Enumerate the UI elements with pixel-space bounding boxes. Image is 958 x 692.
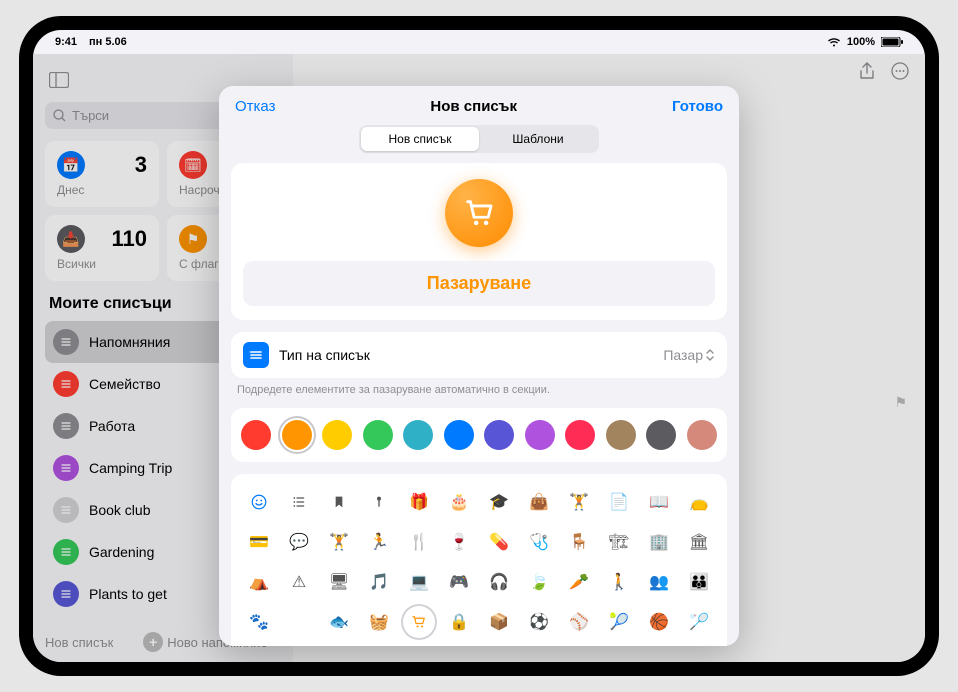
gift-icon[interactable]: 🎁: [403, 486, 435, 518]
color-swatch[interactable]: [646, 420, 676, 450]
modal-header: Отказ Нов списък Готово: [219, 86, 739, 121]
basket-icon[interactable]: 🧺: [363, 606, 395, 638]
status-time: 9:41: [55, 36, 77, 48]
music-icon[interactable]: 🎵: [363, 566, 395, 598]
list-name-input[interactable]: Пазаруване: [243, 261, 715, 306]
list-type-label: Тип на списък: [279, 347, 370, 363]
build-icon[interactable]: 🏗: [603, 526, 635, 558]
baseball-icon[interactable]: ⚾: [563, 606, 595, 638]
cube-icon[interactable]: 📦: [483, 606, 515, 638]
leaf-icon[interactable]: 🍃: [523, 566, 555, 598]
color-swatch[interactable]: [241, 420, 271, 450]
office-icon[interactable]: 🏢: [643, 526, 675, 558]
color-picker-card: [231, 408, 727, 462]
color-swatch[interactable]: [525, 420, 555, 450]
cancel-button[interactable]: Отказ: [235, 98, 275, 115]
basketball-icon[interactable]: 🏀: [643, 606, 675, 638]
tent-icon[interactable]: ⛺: [243, 566, 275, 598]
fork-icon[interactable]: 🍴: [403, 526, 435, 558]
lock-icon[interactable]: 🔒: [443, 606, 475, 638]
color-swatch[interactable]: [282, 420, 312, 450]
color-swatch[interactable]: [484, 420, 514, 450]
racket-icon[interactable]: 🏸: [683, 606, 715, 638]
list-type-hint: Подредете елементите за пазаруване автом…: [237, 384, 721, 396]
list-icon[interactable]: [283, 486, 315, 518]
color-swatch[interactable]: [322, 420, 352, 450]
list-type-icon: [243, 342, 269, 368]
people-icon[interactable]: 👥: [643, 566, 675, 598]
battery-text: 100%: [847, 36, 875, 48]
modal-title: Нов списък: [430, 98, 517, 115]
bookmark-icon[interactable]: [323, 486, 355, 518]
book-icon[interactable]: 📖: [643, 486, 675, 518]
paw-icon[interactable]: 🐾: [243, 606, 275, 638]
cart-icon: [462, 196, 496, 230]
list-preview-card: Пазаруване: [231, 163, 727, 320]
tab-templates[interactable]: Шаблони: [479, 127, 597, 151]
battery-icon: [881, 37, 903, 47]
laptop-icon[interactable]: 💻: [403, 566, 435, 598]
bag-icon[interactable]: 👜: [523, 486, 555, 518]
dumbbells-v-icon[interactable]: 🏋: [563, 486, 595, 518]
color-swatch[interactable]: [444, 420, 474, 450]
barbell-icon[interactable]: 🏋: [323, 526, 355, 558]
monitor-icon[interactable]: 🖥: [323, 566, 355, 598]
wine-icon[interactable]: 🍷: [443, 526, 475, 558]
grad-icon[interactable]: 🎓: [483, 486, 515, 518]
icon-placeholder: [283, 606, 315, 638]
color-swatch[interactable]: [565, 420, 595, 450]
pin-icon[interactable]: [363, 486, 395, 518]
card-icon[interactable]: 💳: [243, 526, 275, 558]
group-icon[interactable]: 👪: [683, 566, 715, 598]
screen: 9:41 пн 5.06 100% •••: [33, 30, 925, 662]
color-swatch[interactable]: [687, 420, 717, 450]
warn-icon[interactable]: ⚠: [283, 566, 315, 598]
carrot-icon[interactable]: 🥕: [563, 566, 595, 598]
steth-icon[interactable]: 🩺: [523, 526, 555, 558]
cart-icon[interactable]: [403, 606, 435, 638]
color-swatch[interactable]: [363, 420, 393, 450]
doc-icon[interactable]: 📄: [603, 486, 635, 518]
run-icon[interactable]: 🏃: [363, 526, 395, 558]
headphones-icon[interactable]: 🎧: [483, 566, 515, 598]
tab-segment: Нов списък Шаблони: [359, 125, 599, 153]
wifi-icon: [827, 37, 841, 47]
cake-icon[interactable]: 🎂: [443, 486, 475, 518]
person-icon[interactable]: 🚶: [603, 566, 635, 598]
columns-icon[interactable]: 🏛: [683, 526, 715, 558]
tab-new-list[interactable]: Нов списък: [361, 127, 479, 151]
done-button[interactable]: Готово: [672, 98, 723, 115]
bench-icon[interactable]: 🪑: [563, 526, 595, 558]
soccer-icon[interactable]: ⚽: [523, 606, 555, 638]
list-preview-icon: [445, 179, 513, 247]
color-swatch[interactable]: [403, 420, 433, 450]
list-type-value: Пазар: [663, 347, 703, 363]
pills-icon[interactable]: 💊: [483, 526, 515, 558]
chevron-updown-icon: [705, 348, 715, 362]
wallet-icon[interactable]: 👝: [683, 486, 715, 518]
tennis-icon[interactable]: 🎾: [603, 606, 635, 638]
fish-icon[interactable]: 🐟: [323, 606, 355, 638]
list-type-row[interactable]: Тип на списък Пазар: [231, 332, 727, 378]
smiley-icon[interactable]: [243, 486, 275, 518]
icon-picker-card: 🎁🎂🎓👜🏋📄📖👝💳💬🏋🏃🍴🍷💊🩺🪑🏗🏢🏛⛺⚠🖥🎵💻🎮🎧🍃🥕🚶👥👪🐾🐟🧺🔒📦⚽⚾🎾…: [231, 474, 727, 646]
chat-icon[interactable]: 💬: [283, 526, 315, 558]
ipad-frame: 9:41 пн 5.06 100% •••: [19, 16, 939, 676]
status-date: пн 5.06: [89, 36, 127, 48]
new-list-modal: Отказ Нов списък Готово Нов списък Шабло…: [219, 86, 739, 646]
game-icon[interactable]: 🎮: [443, 566, 475, 598]
color-swatch[interactable]: [606, 420, 636, 450]
